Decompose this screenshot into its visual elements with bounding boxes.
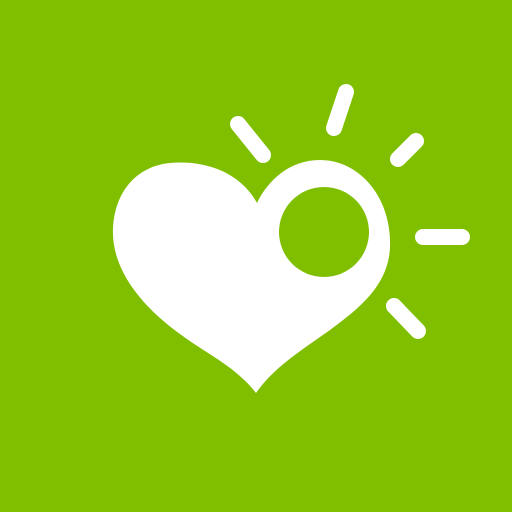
sun-ray bbox=[326, 84, 354, 136]
sun-circle bbox=[279, 187, 369, 277]
heart-with-sun-icon bbox=[0, 0, 512, 512]
app-icon bbox=[0, 0, 512, 512]
